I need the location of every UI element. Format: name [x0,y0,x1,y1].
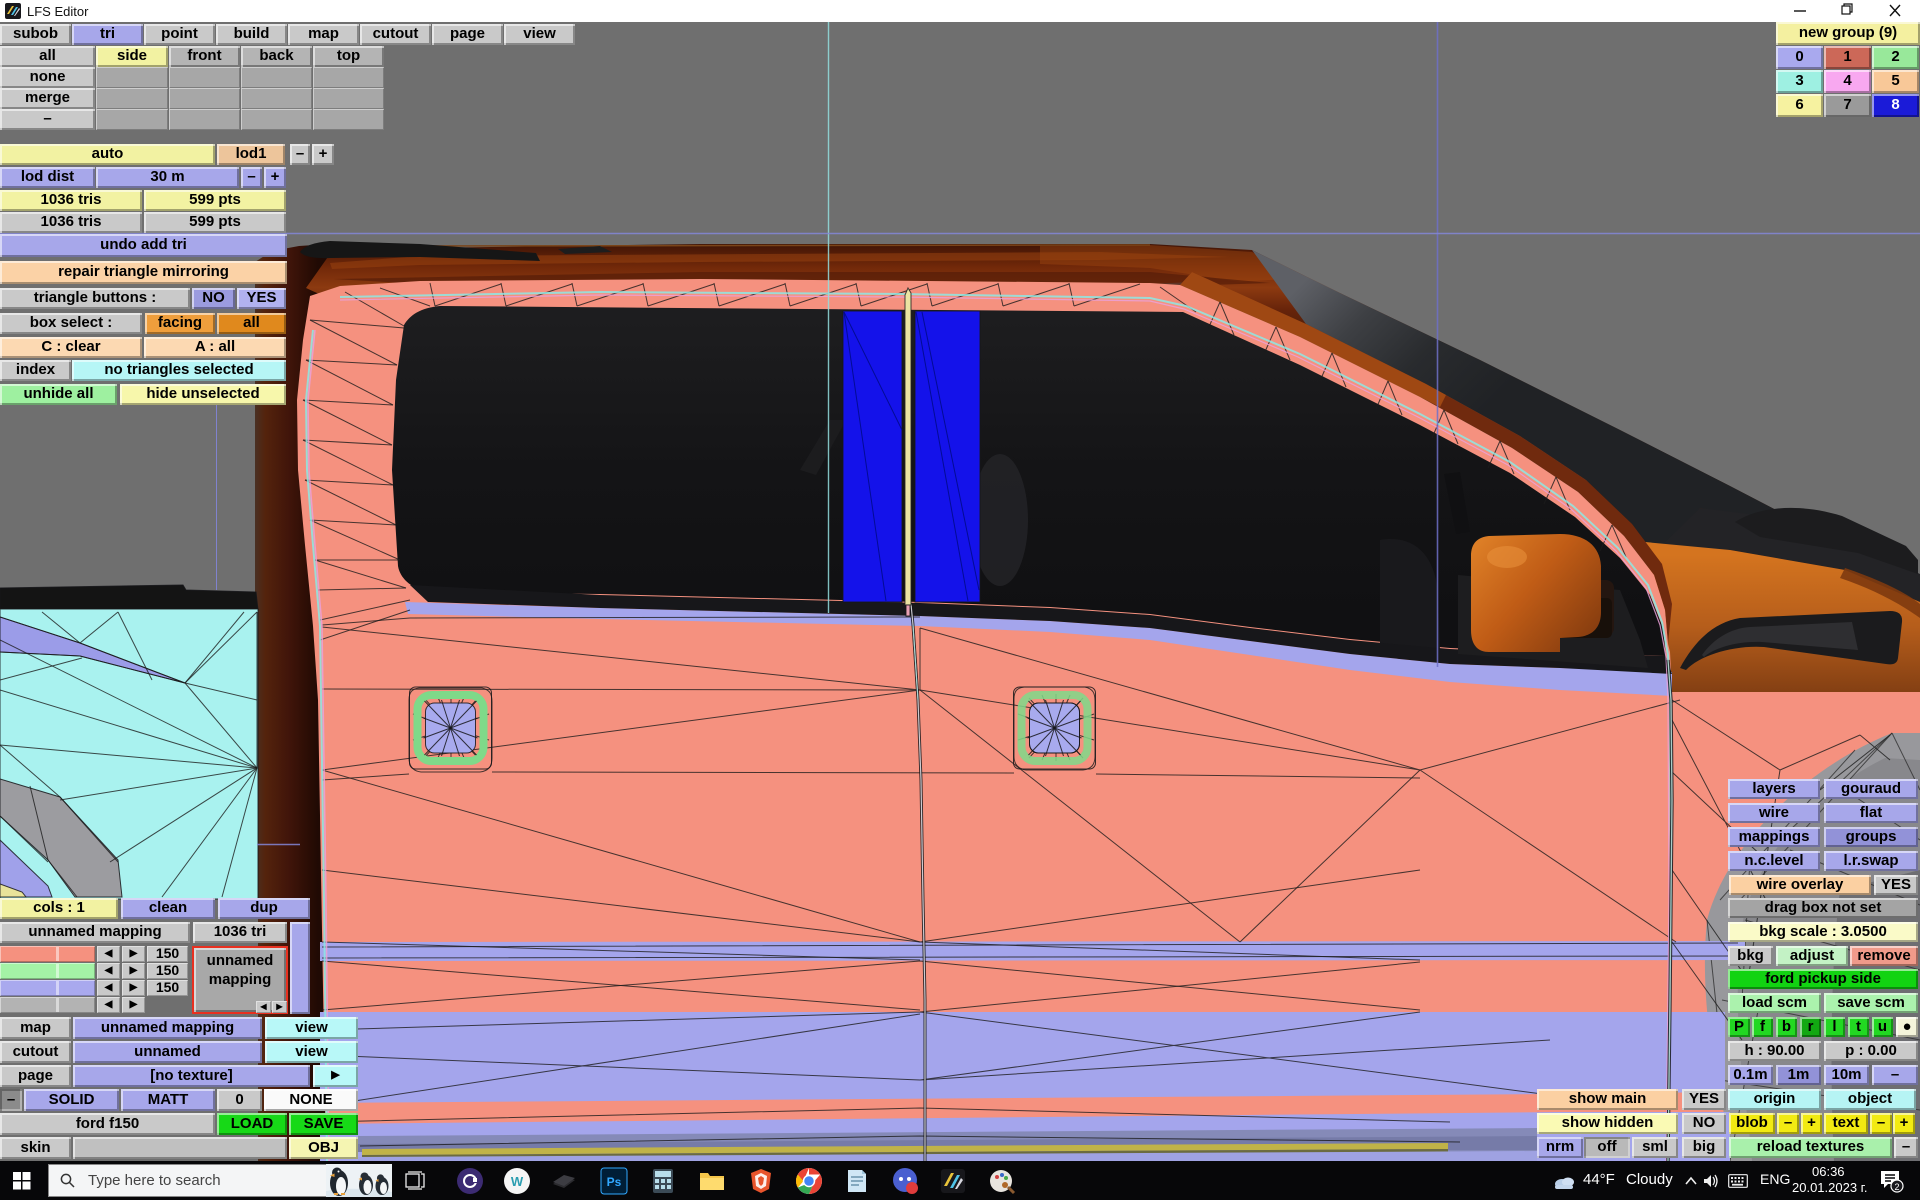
svg-text:W: W [511,1174,524,1189]
svg-text:2: 2 [1894,1182,1899,1192]
svg-text:Ps: Ps [607,1175,622,1189]
